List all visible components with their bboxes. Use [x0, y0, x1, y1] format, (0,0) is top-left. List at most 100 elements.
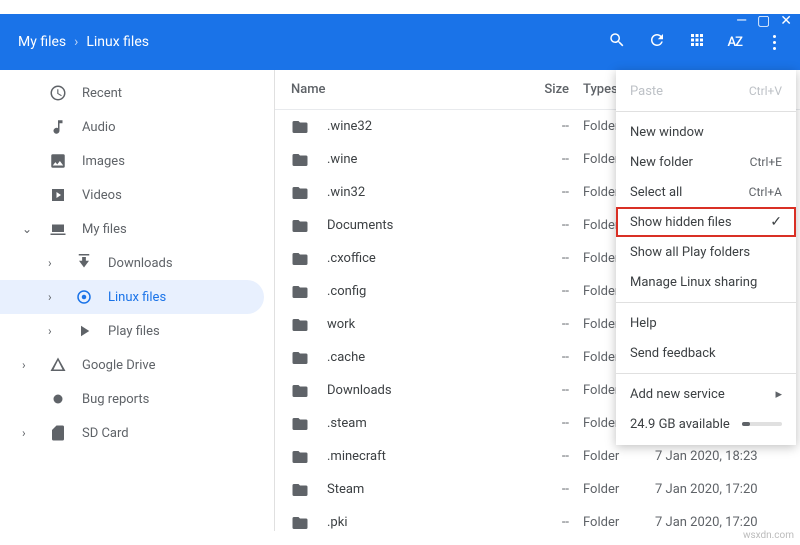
menu-item-paste: PasteCtrl+V: [616, 76, 796, 106]
chevron-right-icon: ›: [22, 426, 36, 440]
file-name: Steam: [327, 482, 519, 497]
audio-icon: [48, 118, 68, 136]
menu-item-select-all[interactable]: Select allCtrl+A: [616, 177, 796, 207]
file-name: Documents: [327, 218, 519, 233]
sidebar: Recent Audio Images Videos ⌄My files ›Do…: [0, 70, 275, 531]
file-name: .wine32: [327, 119, 519, 134]
file-modified: 7 Jan 2020, 18:23: [639, 449, 784, 464]
breadcrumb: My files › Linux files: [18, 34, 149, 50]
refresh-icon[interactable]: [648, 31, 666, 53]
menu-item-send-feedback[interactable]: Send feedback: [616, 338, 796, 368]
menu-separator: [616, 302, 796, 303]
file-name: .pki: [327, 515, 519, 530]
file-type: Folder: [569, 515, 639, 530]
play-icon: [74, 322, 94, 340]
close-button[interactable]: ✕: [780, 13, 792, 29]
menu-item-show-all-play-folders[interactable]: Show all Play folders: [616, 237, 796, 267]
sidebar-item-label: My files: [82, 222, 127, 237]
sidebar-item-sd-card[interactable]: ›SD Card: [0, 416, 274, 450]
file-name: .config: [327, 284, 519, 299]
storage-bar: [742, 422, 782, 426]
menu-item-help[interactable]: Help: [616, 308, 796, 338]
file-size: --: [519, 449, 569, 464]
file-name: .win32: [327, 185, 519, 200]
videos-icon: [48, 186, 68, 204]
sidebar-item-myfiles[interactable]: ⌄My files: [0, 212, 274, 246]
sidebar-item-label: Recent: [82, 86, 122, 101]
chevron-right-icon: ›: [48, 290, 62, 304]
laptop-icon: [48, 220, 68, 238]
check-icon: ✓: [770, 214, 782, 230]
folder-icon: [291, 480, 311, 500]
file-size: --: [519, 284, 569, 299]
sidebar-item-videos[interactable]: Videos: [0, 178, 274, 212]
breadcrumb-root[interactable]: My files: [18, 34, 66, 50]
drive-icon: [48, 356, 68, 374]
folder-icon: [291, 150, 311, 170]
file-name: .minecraft: [327, 449, 519, 464]
file-size: --: [519, 185, 569, 200]
minimize-button[interactable]: —: [736, 13, 747, 29]
folder-icon: [291, 183, 311, 203]
folder-icon: [291, 249, 311, 269]
menu-item-storage-available: 24.9 GB available: [616, 409, 796, 439]
sidebar-item-label: Audio: [82, 120, 115, 135]
images-icon: [48, 152, 68, 170]
file-name: Downloads: [327, 383, 519, 398]
file-size: --: [519, 152, 569, 167]
bug-icon: [48, 390, 68, 408]
chevron-right-icon: ›: [22, 358, 36, 372]
sidebar-item-recent[interactable]: Recent: [0, 76, 274, 110]
watermark: wsxdn.com: [743, 530, 794, 541]
file-size: --: [519, 482, 569, 497]
sort-button[interactable]: AZ: [728, 35, 742, 50]
sidebar-item-play-files[interactable]: ›Play files: [0, 314, 274, 348]
sidebar-item-linux-files[interactable]: › Linux files: [0, 280, 264, 314]
sidebar-item-bug-reports[interactable]: Bug reports: [0, 382, 274, 416]
file-modified: 7 Jan 2020, 17:20: [639, 482, 784, 497]
file-size: --: [519, 218, 569, 233]
table-row[interactable]: .pki--Folder7 Jan 2020, 17:20: [275, 506, 800, 531]
sidebar-item-label: Play files: [108, 324, 160, 339]
maximize-button[interactable]: ▢: [757, 13, 770, 29]
window-controls: — ▢ ✕: [0, 14, 800, 28]
file-size: --: [519, 515, 569, 530]
sidebar-item-images[interactable]: Images: [0, 144, 274, 178]
more-options-icon[interactable]: [764, 32, 784, 52]
search-icon[interactable]: [608, 31, 626, 53]
file-name: work: [327, 317, 519, 332]
sidebar-item-label: Linux files: [108, 290, 166, 305]
menu-item-new-folder[interactable]: New folderCtrl+E: [616, 147, 796, 177]
sidebar-item-downloads[interactable]: ›Downloads: [0, 246, 274, 280]
file-name: .steam: [327, 416, 519, 431]
breadcrumb-current[interactable]: Linux files: [86, 34, 149, 50]
folder-icon: [291, 381, 311, 401]
folder-icon: [291, 117, 311, 137]
more-options-menu: PasteCtrl+V New window New folderCtrl+E …: [616, 70, 796, 445]
sidebar-item-audio[interactable]: Audio: [0, 110, 274, 144]
sidebar-item-label: Videos: [82, 188, 122, 203]
chevron-right-icon: ▸: [775, 387, 782, 402]
menu-item-add-new-service[interactable]: Add new service▸: [616, 379, 796, 409]
grid-view-icon[interactable]: [688, 31, 706, 53]
menu-item-show-hidden-files[interactable]: Show hidden files✓: [616, 207, 796, 237]
folder-icon: [291, 315, 311, 335]
folder-icon: [291, 447, 311, 467]
column-header-name[interactable]: Name: [291, 82, 519, 97]
sidebar-item-label: Google Drive: [82, 358, 155, 373]
file-size: --: [519, 317, 569, 332]
sidebar-item-label: Downloads: [108, 256, 173, 271]
sidebar-item-google-drive[interactable]: › Google Drive: [0, 348, 274, 382]
column-header-size[interactable]: Size: [519, 82, 569, 97]
table-row[interactable]: Steam--Folder7 Jan 2020, 17:20: [275, 473, 800, 506]
file-size: --: [519, 251, 569, 266]
file-type: Folder: [569, 449, 639, 464]
folder-icon: [291, 282, 311, 302]
file-size: --: [519, 383, 569, 398]
file-name: .wine: [327, 152, 519, 167]
file-name: .cache: [327, 350, 519, 365]
menu-separator: [616, 373, 796, 374]
folder-icon: [291, 414, 311, 434]
menu-item-manage-linux-sharing[interactable]: Manage Linux sharing: [616, 267, 796, 297]
menu-item-new-window[interactable]: New window: [616, 117, 796, 147]
